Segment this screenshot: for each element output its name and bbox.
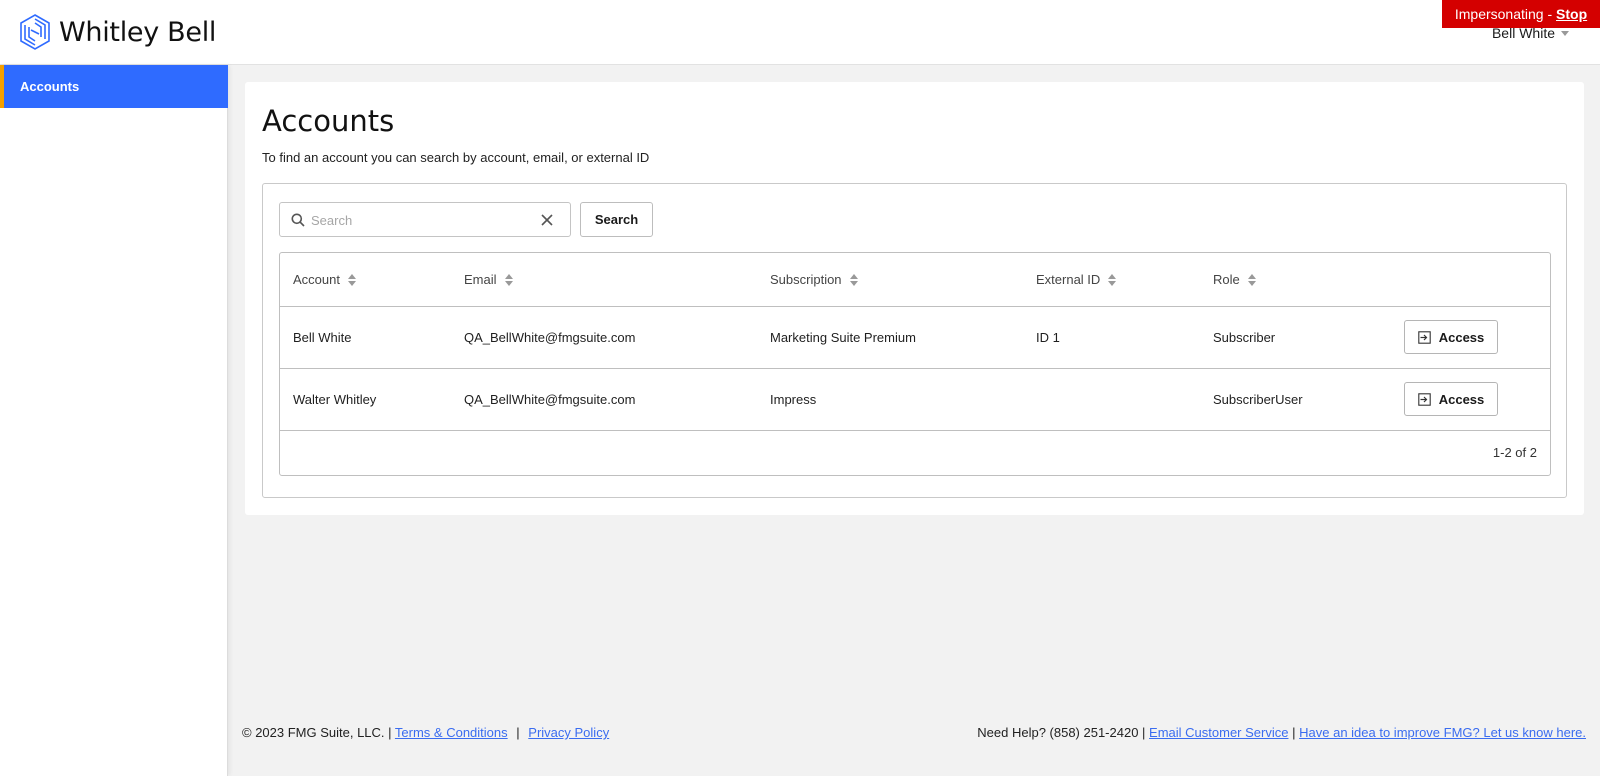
column-header-subscription[interactable]: Subscription	[770, 253, 858, 306]
footer-divider: |	[516, 725, 520, 740]
footer-right: Need Help? (858) 251-2420 | Email Custom…	[977, 725, 1586, 740]
email-customer-service-link[interactable]: Email Customer Service	[1149, 725, 1288, 740]
sidebar-item-accounts[interactable]: Accounts	[0, 65, 228, 108]
cell-role: Subscriber	[1213, 330, 1276, 345]
privacy-link[interactable]: Privacy Policy	[528, 725, 609, 740]
sort-icon[interactable]	[849, 273, 858, 286]
access-button[interactable]: Access	[1404, 382, 1498, 416]
column-header-label: External ID	[1036, 272, 1101, 287]
column-header-email[interactable]: Email	[464, 253, 513, 306]
page-title: Accounts	[262, 104, 395, 138]
column-header-external-id[interactable]: External ID	[1036, 253, 1117, 306]
stop-impersonating-link[interactable]: Stop	[1556, 6, 1587, 22]
column-header-role[interactable]: Role	[1213, 253, 1256, 306]
access-button-label: Access	[1438, 391, 1485, 407]
cell-account: Bell White	[293, 330, 352, 345]
search-icon	[291, 213, 305, 227]
hexagon-lines-logo-icon	[20, 14, 50, 50]
pagination-summary: 1-2 of 2	[1492, 445, 1537, 460]
close-icon[interactable]	[540, 213, 554, 227]
feedback-link[interactable]: Have an idea to improve FMG? Let us know…	[1299, 725, 1586, 740]
access-button-label: Access	[1438, 329, 1485, 345]
impersonation-text: Impersonating -	[1454, 6, 1557, 22]
column-header-label: Role	[1213, 272, 1240, 287]
table-row: Bell White QA_BellWhite@fmgsuite.com Mar…	[280, 307, 1550, 369]
page-subtitle: To find an account you can search by acc…	[262, 150, 650, 165]
brand-name: Whitley Bell	[59, 16, 217, 48]
top-bar: Whitley Bell Impersonating - Stop Bell W…	[0, 0, 1600, 65]
cell-role: SubscriberUser	[1213, 392, 1303, 407]
search-input[interactable]	[311, 210, 531, 230]
cell-email: QA_BellWhite@fmgsuite.com	[464, 392, 636, 407]
chevron-down-icon	[1561, 31, 1569, 36]
access-button[interactable]: Access	[1404, 320, 1498, 354]
sign-in-icon	[1417, 330, 1431, 344]
cell-subscription: Marketing Suite Premium	[770, 330, 916, 345]
cell-external-id: ID 1	[1036, 330, 1060, 345]
cell-email: QA_BellWhite@fmgsuite.com	[464, 330, 636, 345]
column-header-label: Account	[293, 272, 340, 287]
column-header-label: Email	[464, 272, 497, 287]
cell-account: Walter Whitley	[293, 392, 377, 407]
sort-icon[interactable]	[1247, 273, 1256, 286]
sort-icon[interactable]	[504, 273, 513, 286]
copyright-text: © 2023 FMG Suite, LLC. |	[242, 725, 392, 740]
sign-in-icon	[1417, 392, 1431, 406]
footer-divider: |	[1292, 725, 1296, 740]
sidebar: Accounts	[0, 65, 228, 776]
terms-link[interactable]: Terms & Conditions	[395, 725, 508, 740]
search-box	[279, 202, 571, 237]
user-name: Bell White	[1491, 25, 1555, 41]
sort-icon[interactable]	[1108, 273, 1117, 286]
footer-left: © 2023 FMG Suite, LLC. | Terms & Conditi…	[242, 725, 609, 740]
table-header-row: Account Email Subscription External ID R…	[280, 253, 1550, 307]
column-header-label: Subscription	[770, 272, 842, 287]
accounts-table: Account Email Subscription External ID R…	[279, 252, 1551, 476]
table-row: Walter Whitley QA_BellWhite@fmgsuite.com…	[280, 369, 1550, 431]
brand-logo[interactable]: Whitley Bell	[18, 13, 216, 51]
sort-icon[interactable]	[347, 273, 356, 286]
accounts-card: Accounts To find an account you can sear…	[245, 82, 1584, 515]
search-button[interactable]: Search	[580, 202, 653, 237]
accounts-panel: Search Account Email Subscription Extern…	[262, 183, 1567, 498]
user-menu[interactable]: Bell White	[1492, 25, 1569, 41]
help-text: Need Help? (858) 251-2420 |	[977, 725, 1146, 740]
impersonation-banner: Impersonating - Stop	[1442, 0, 1600, 28]
cell-subscription: Impress	[770, 392, 817, 407]
column-header-account[interactable]: Account	[293, 253, 356, 306]
